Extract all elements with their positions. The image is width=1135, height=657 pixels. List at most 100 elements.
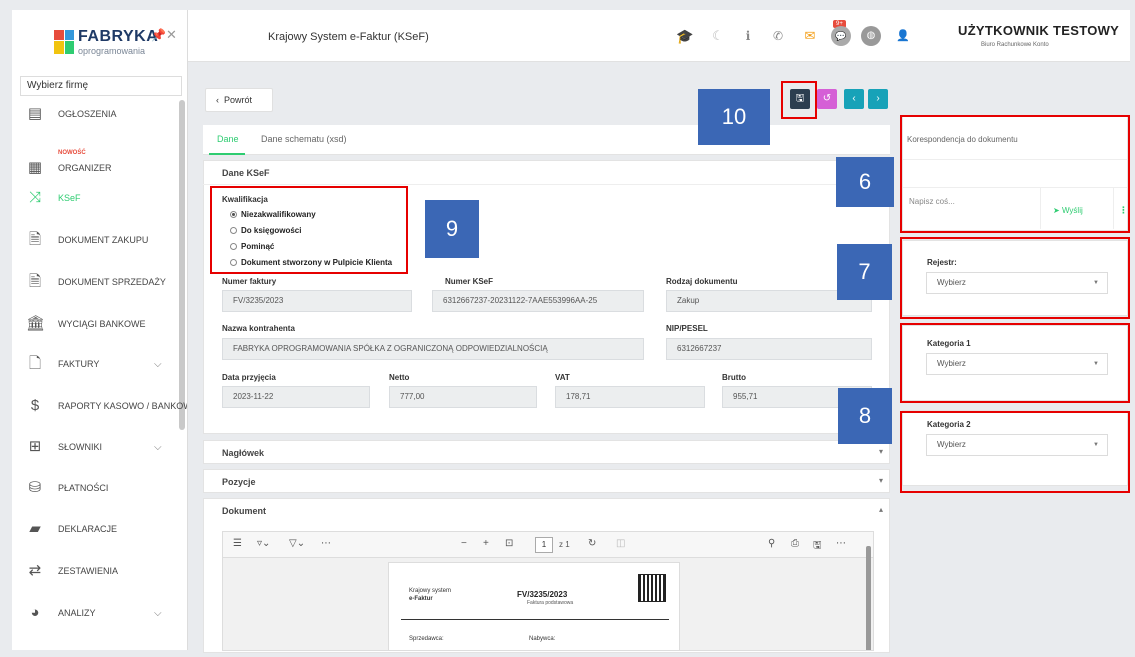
more-icon[interactable]: ⋯	[321, 538, 331, 549]
outline-icon[interactable]: ☰	[233, 538, 242, 549]
back-button[interactable]: ‹ Powrót	[205, 88, 273, 112]
sidebar-item-ksef[interactable]: ⤨ KSeF	[12, 183, 182, 213]
highlight-icon[interactable]: ▿⌄	[257, 538, 270, 549]
previous-button[interactable]: ‹	[844, 89, 864, 109]
radio-checked-icon	[230, 211, 237, 218]
data-przyjecia-field[interactable]: 2023-11-22	[222, 386, 370, 408]
pdf-scrollbar[interactable]	[866, 546, 871, 650]
save-icon[interactable]: 🖫	[813, 538, 822, 555]
sidebar-item-label: DEKLARACJE	[58, 524, 118, 534]
logo[interactable]: FABRYKA oprogramowania	[54, 28, 164, 62]
section-title: Pozycje	[222, 477, 256, 487]
phone-icon[interactable]: ✆	[768, 26, 788, 46]
fit-page-icon[interactable]: ⊡	[505, 538, 513, 549]
nip-field[interactable]: 6312667237	[666, 338, 872, 360]
close-icon[interactable]: ✕	[166, 27, 177, 43]
radio-unchecked-icon	[230, 243, 237, 250]
radio-label: Do księgowości	[241, 226, 302, 235]
search-icon[interactable]: ⚲	[768, 538, 775, 549]
doc-type-line2: e-Faktur	[409, 596, 433, 602]
caret-up-icon: ▴	[878, 505, 883, 514]
chevron-right-icon: ›	[876, 93, 880, 104]
next-button[interactable]: ›	[868, 89, 888, 109]
sidebar-item-platnosci[interactable]: ⛁ PŁATNOŚCI	[12, 473, 182, 503]
sidebar-item-wyciagi-bankowe[interactable]: 🏛 WYCIĄGI BANKOWE	[12, 309, 182, 339]
section-title-ksef[interactable]: Dane KSeF	[222, 168, 270, 178]
netto-field[interactable]: 777,00	[389, 386, 537, 408]
tab-dane[interactable]: Dane	[217, 134, 239, 144]
radio-pulpit-klienta[interactable]: Dokument stworzony w Pulpicie Klienta	[230, 258, 392, 267]
message-input[interactable]: Napisz coś...	[909, 197, 955, 206]
sidebar-item-dokument-zakupu[interactable]: 🗎 DOKUMENT ZAKUPU	[12, 225, 182, 255]
vat-field[interactable]: 178,71	[555, 386, 705, 408]
section-naglowek[interactable]: Nagłówek ▾	[203, 440, 890, 464]
numer-ksef-field[interactable]: 6312667237-20231122-7AAE553996AA-25	[432, 290, 644, 312]
kontrahent-field[interactable]: FABRYKA OPROGRAMOWANIA SPÓŁKA Z OGRANICZ…	[222, 338, 644, 360]
rejestr-select[interactable]: Wybierz ▼	[926, 272, 1108, 294]
sidebar-item-label: WYCIĄGI BANKOWE	[58, 319, 146, 329]
annotation-label-6: 6	[836, 157, 894, 207]
graduation-cap-icon[interactable]: 🎓	[675, 26, 695, 46]
coins-icon: ⛁	[28, 479, 42, 496]
pdf-viewer[interactable]: ☰ ▿⌄ ▽⌄ ⋯ − + ⊡ 1 z 1 ↻ ◫ ⚲ ⎙ 🖫 ⋯ Krajow…	[222, 531, 874, 651]
document-icon: 🗎	[28, 231, 42, 248]
rotate-icon[interactable]: ↻	[588, 538, 596, 549]
more-vertical-icon[interactable]: ⋮	[1119, 205, 1128, 216]
mail-icon[interactable]: ✉	[800, 26, 820, 46]
chat-icon[interactable]: 💬	[831, 26, 851, 46]
moon-icon[interactable]: ☾	[708, 26, 728, 46]
sidebar-item-label: RAPORTY KASOWO / BANKOWE	[58, 401, 188, 411]
restore-button[interactable]: ↺	[817, 89, 837, 109]
user-name[interactable]: UŻYTKOWNIK TESTOWY	[958, 23, 1119, 38]
globe-icon[interactable]: ◍	[861, 26, 881, 46]
firm-select[interactable]: Wybierz firmę	[20, 76, 182, 96]
section-title: Dokument	[222, 506, 267, 516]
page-view-icon[interactable]: ◫	[616, 538, 625, 549]
draw-icon[interactable]: ▽⌄	[289, 538, 305, 549]
print-icon[interactable]: ⎙	[791, 538, 799, 549]
annotation-label-10: 10	[698, 89, 770, 145]
send-button[interactable]: ➤ Wyślij	[1053, 206, 1083, 215]
save-button[interactable]: 🖫	[790, 89, 810, 109]
radio-unchecked-icon	[230, 227, 237, 234]
book-icon: ▰	[29, 520, 41, 537]
sidebar-item-deklaracje[interactable]: ▰ DEKLARACJE	[12, 514, 182, 544]
section-pozycje[interactable]: Pozycje ▾	[203, 469, 890, 493]
kategoria1-label: Kategoria 1	[927, 339, 971, 348]
rodzaj-dokumentu-label: Rodzaj dokumentu	[666, 277, 738, 286]
kategoria1-select[interactable]: Wybierz ▼	[926, 353, 1108, 375]
numer-faktury-field[interactable]: FV/3235/2023	[222, 290, 412, 312]
info-icon[interactable]: i	[738, 26, 758, 46]
sidebar-item-slowniki[interactable]: ⊞ SŁOWNIKI ⌵	[12, 432, 182, 462]
caret-down-icon: ▼	[1093, 361, 1099, 367]
pin-icon[interactable]: 📌	[151, 28, 166, 42]
seller-label: Sprzedawca:	[409, 636, 444, 642]
page-number-input[interactable]: 1	[535, 537, 553, 553]
radio-unchecked-icon	[230, 259, 237, 266]
zoom-in-icon[interactable]: +	[483, 538, 489, 549]
brutto-label: Brutto	[722, 373, 746, 382]
sidebar-item-ogloszenia[interactable]: ▤ OGŁOSZENIA	[12, 99, 182, 129]
radio-pomin[interactable]: Pominąć	[230, 242, 274, 251]
sidebar-item-organizer[interactable]: ▦ ORGANIZER	[12, 153, 182, 183]
exchange-icon: ⇄	[28, 562, 42, 579]
pie-chart-icon: ◕	[30, 604, 40, 621]
sidebar-item-label: OGŁOSZENIA	[58, 109, 117, 119]
tab-dane-schematu[interactable]: Dane schematu (xsd)	[261, 134, 347, 144]
annotation-label-7: 7	[837, 244, 892, 300]
sidebar-scrollbar[interactable]	[179, 100, 185, 430]
qr-code	[638, 574, 666, 602]
sidebar-item-zestawienia[interactable]: ⇄ ZESTAWIENIA	[12, 556, 182, 586]
radio-do-ksiegowosci[interactable]: Do księgowości	[230, 226, 301, 235]
sidebar-item-raporty[interactable]: $ RAPORTY KASOWO / BANKOWE	[12, 391, 187, 421]
sidebar-item-dokument-sprzedazy[interactable]: 🗎 DOKUMENT SPRZEDAŻY	[12, 267, 182, 297]
annotation-label-8: 8	[838, 388, 892, 444]
user-icon[interactable]: 👤	[893, 26, 913, 46]
radio-niezakwalifikowany[interactable]: Niezakwalifikowany	[230, 210, 316, 219]
more-icon[interactable]: ⋯	[836, 538, 846, 549]
sidebar-item-faktury[interactable]: 🗋 FAKTURY ⌵	[12, 349, 182, 379]
sidebar-item-analizy[interactable]: ◕ ANALIZY ⌵	[12, 598, 182, 628]
back-label: Powrót	[224, 95, 253, 105]
kategoria2-select[interactable]: Wybierz ▼	[926, 434, 1108, 456]
zoom-out-icon[interactable]: −	[461, 538, 467, 549]
